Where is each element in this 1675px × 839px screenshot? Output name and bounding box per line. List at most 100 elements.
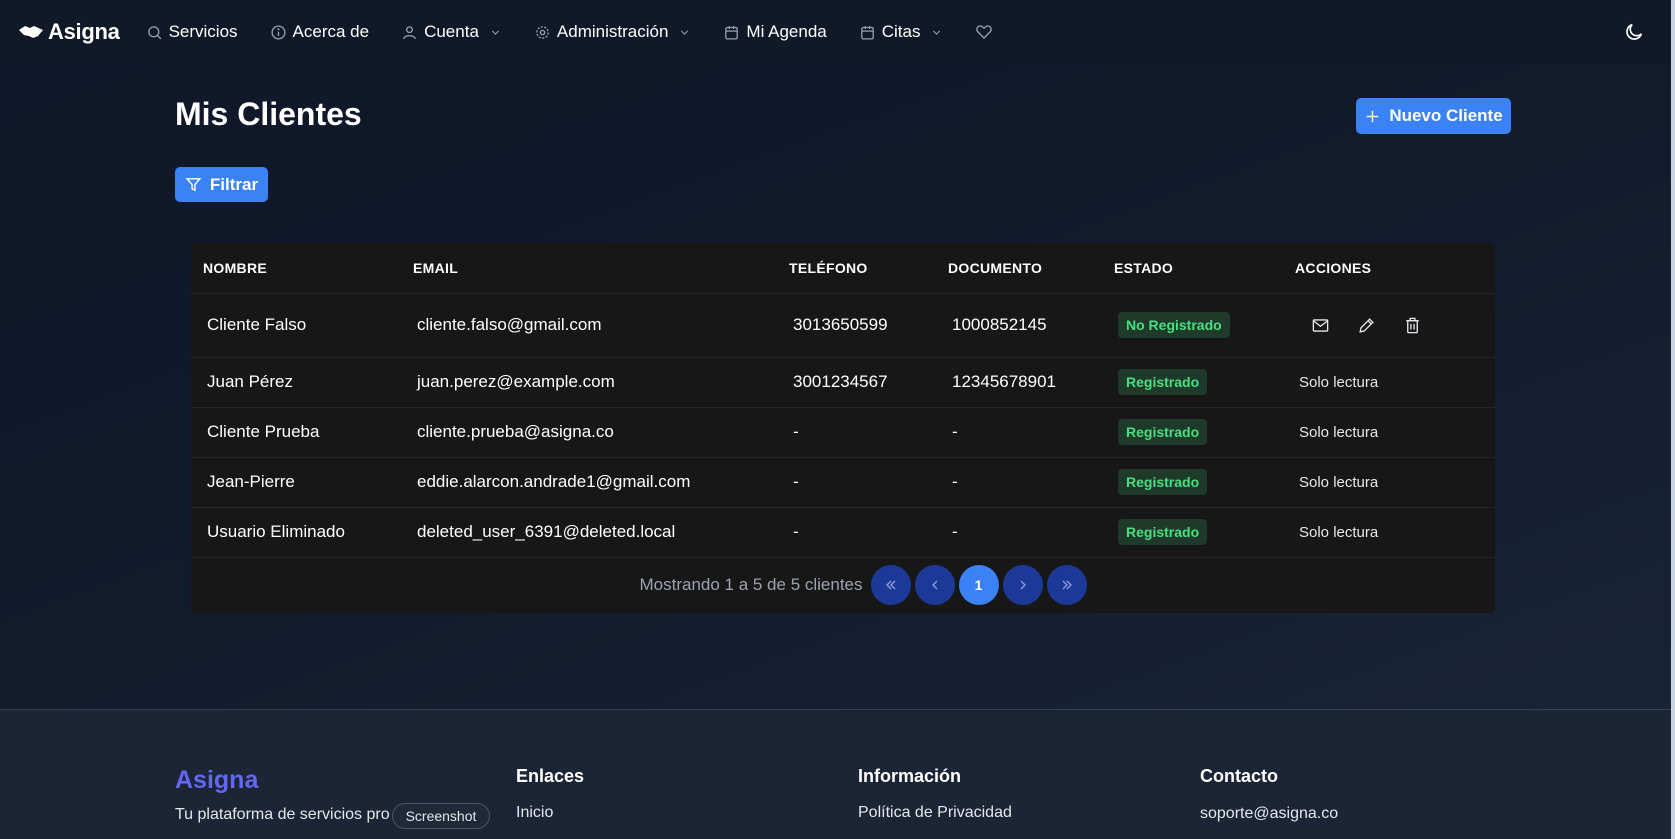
trash-icon[interactable] xyxy=(1403,316,1422,335)
cell-nombre: Juan Pérez xyxy=(207,372,293,391)
filter-icon xyxy=(185,178,202,192)
nav-mi-agenda[interactable]: Mi Agenda xyxy=(723,22,827,42)
screenshot-tooltip: Screenshot xyxy=(392,803,490,829)
pagination-summary: Mostrando 1 a 5 de 5 clientes xyxy=(639,574,863,594)
top-navbar: Asigna Servicios Acerca de Cuenta Admini… xyxy=(0,0,1671,64)
theme-toggle-button[interactable] xyxy=(1623,21,1645,48)
cell-telefono: 3013650599 xyxy=(793,315,888,334)
plus-icon xyxy=(1367,110,1379,122)
cell-telefono: - xyxy=(793,472,799,491)
cell-email: juan.perez@example.com xyxy=(417,372,615,391)
nav-mi-agenda-label: Mi Agenda xyxy=(746,22,827,41)
footer-links-title: Enlaces xyxy=(516,766,585,786)
table-row[interactable]: Juan Pérez juan.perez@example.com 300123… xyxy=(191,357,1495,407)
page-title: Mis Clientes xyxy=(175,96,362,132)
status-badge: Registrado xyxy=(1118,419,1208,445)
calendar-icon xyxy=(860,25,874,40)
cell-nombre: Usuario Eliminado xyxy=(207,522,345,541)
new-client-button[interactable]: Nuevo Cliente xyxy=(1356,98,1511,134)
footer-tagline: Tu plataforma de servicios pro xyxy=(175,806,390,823)
window-edge xyxy=(1671,0,1675,839)
gear-icon xyxy=(536,25,549,39)
column-header-estado[interactable]: ESTADO xyxy=(1102,243,1283,294)
status-badge: No Registrado xyxy=(1118,312,1230,338)
filter-button[interactable]: Filtrar xyxy=(175,167,268,202)
column-header-telefono[interactable]: TELÉFONO xyxy=(777,243,936,294)
cell-documento: 1000852145 xyxy=(952,315,1047,334)
heart-icon xyxy=(976,25,993,39)
clients-table: NOMBRE EMAIL TELÉFONO DOCUMENTO ESTADO A… xyxy=(191,243,1495,558)
column-header-documento[interactable]: DOCUMENTO xyxy=(936,243,1102,294)
column-header-acciones: ACCIONES xyxy=(1283,243,1495,294)
chevron-down-icon xyxy=(681,30,689,35)
cell-nombre: Cliente Falso xyxy=(207,315,307,334)
page-button-current[interactable]: 1 xyxy=(958,564,999,605)
nav-cuenta-label: Cuenta xyxy=(424,22,479,41)
brand-logo[interactable]: Asigna xyxy=(18,19,120,45)
footer-link-inicio[interactable]: Inicio xyxy=(516,804,553,822)
nav-cuenta[interactable]: Cuenta xyxy=(401,22,502,42)
next-page-button[interactable] xyxy=(1002,564,1043,605)
cell-telefono: 3001234567 xyxy=(793,372,888,391)
cell-estado: No Registrado xyxy=(1102,293,1283,357)
nav-acerca-de-label: Acerca de xyxy=(292,22,370,41)
footer-link-privacidad[interactable]: Política de Privacidad xyxy=(858,804,1012,822)
nav-administracion[interactable]: Administración xyxy=(534,22,692,42)
readonly-label: Solo lectura xyxy=(1299,474,1379,491)
cell-nombre: Jean-Pierre xyxy=(207,472,295,491)
cell-documento: - xyxy=(952,522,958,541)
column-header-nombre[interactable]: NOMBRE xyxy=(191,243,401,294)
nav-acerca-de[interactable]: Acerca de xyxy=(270,22,370,42)
search-icon xyxy=(147,25,161,39)
footer-info-title: Información xyxy=(858,766,962,786)
cell-acciones: Solo lectura xyxy=(1283,457,1495,507)
cell-nombre: Cliente Prueba xyxy=(207,422,320,441)
handshake-icon xyxy=(19,26,43,38)
chevron-down-icon xyxy=(933,30,941,35)
nav-favoritos[interactable] xyxy=(975,23,993,41)
cell-email: cliente.falso@gmail.com xyxy=(417,315,602,334)
table-row[interactable]: Cliente Falso cliente.falso@gmail.com 30… xyxy=(191,293,1495,357)
chevrons-right-icon xyxy=(1062,580,1072,589)
cell-acciones: Solo lectura xyxy=(1283,407,1495,457)
cell-email: deleted_user_6391@deleted.local xyxy=(417,522,676,541)
nav-administracion-label: Administración xyxy=(556,22,669,41)
column-header-email[interactable]: EMAIL xyxy=(401,243,777,294)
table-header-row: NOMBRE EMAIL TELÉFONO DOCUMENTO ESTADO A… xyxy=(191,243,1495,294)
status-badge: Registrado xyxy=(1118,369,1208,395)
last-page-button[interactable] xyxy=(1046,564,1087,605)
cell-telefono: - xyxy=(793,422,799,441)
footer-contact-email[interactable]: soporte@asigna.co xyxy=(1200,805,1338,823)
prev-page-button[interactable] xyxy=(914,564,955,605)
readonly-label: Solo lectura xyxy=(1299,524,1379,541)
cell-acciones: Solo lectura xyxy=(1283,507,1495,557)
pagination: Mostrando 1 a 5 de 5 clientes 1 xyxy=(191,556,1495,613)
table-row[interactable]: Cliente Prueba cliente.prueba@asigna.co … xyxy=(191,407,1495,457)
nav-citas-label: Citas xyxy=(881,22,921,41)
pencil-icon[interactable] xyxy=(1357,316,1376,335)
status-badge: Registrado xyxy=(1118,469,1208,495)
first-page-button[interactable] xyxy=(870,564,911,605)
table-row[interactable]: Jean-Pierre eddie.alarcon.andrade1@gmail… xyxy=(191,457,1495,507)
chevron-left-icon xyxy=(931,580,937,589)
nav-servicios-label: Servicios xyxy=(168,22,238,41)
cell-documento: 12345678901 xyxy=(952,372,1057,391)
cell-estado: Registrado xyxy=(1102,357,1283,407)
chevron-down-icon xyxy=(491,30,500,35)
table-row[interactable]: Usuario Eliminado deleted_user_6391@dele… xyxy=(191,507,1495,557)
footer-brand[interactable]: Asigna xyxy=(175,766,258,795)
cell-acciones xyxy=(1283,293,1495,357)
chevron-right-icon xyxy=(1020,580,1026,589)
user-icon xyxy=(403,25,416,39)
nav-citas[interactable]: Citas xyxy=(859,22,944,42)
mail-icon[interactable] xyxy=(1311,316,1330,335)
status-badge: Registrado xyxy=(1118,519,1208,545)
nav-servicios[interactable]: Servicios xyxy=(146,22,238,42)
cell-estado: Registrado xyxy=(1102,507,1283,557)
brand-name: Asigna xyxy=(48,19,120,44)
readonly-label: Solo lectura xyxy=(1299,424,1379,441)
cell-email: eddie.alarcon.andrade1@gmail.com xyxy=(417,472,691,491)
readonly-label: Solo lectura xyxy=(1299,374,1379,391)
cell-estado: Registrado xyxy=(1102,457,1283,507)
filter-label: Filtrar xyxy=(209,174,259,194)
